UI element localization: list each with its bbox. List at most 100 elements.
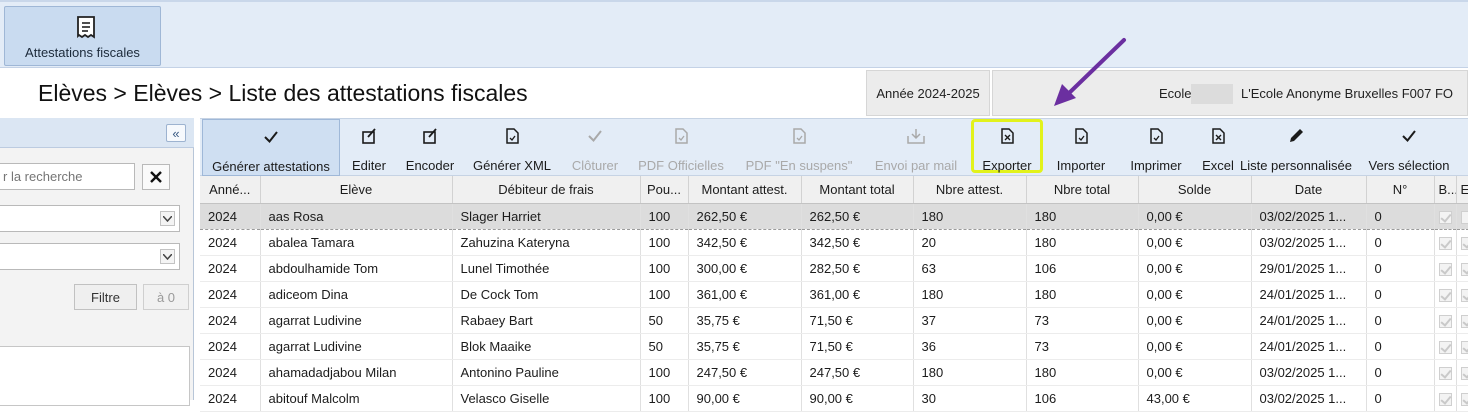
- reset-filter-button[interactable]: à 0: [143, 284, 189, 310]
- toolbar-button-clôturer[interactable]: Clôturer: [562, 119, 628, 176]
- cell-b-checkbox: [1434, 385, 1456, 411]
- cell-debtor: Zahuzina Kateryna: [452, 229, 640, 255]
- cell-year: 2024: [200, 281, 260, 307]
- toolbar-button-label: Importer: [1057, 158, 1105, 173]
- table-row[interactable]: 2024aas RosaSlager Harriet100262,50 €262…: [200, 203, 1468, 229]
- toolbar-button-imprimer[interactable]: Imprimer: [1118, 119, 1194, 176]
- table-row[interactable]: 2024ahamadadjabou MilanAntonino Pauline1…: [200, 359, 1468, 385]
- toolbar-button-editer[interactable]: Editer: [340, 119, 398, 176]
- checkbox[interactable]: [1439, 393, 1452, 406]
- document-icon: [790, 127, 808, 158]
- cell-nb-total: 106: [1026, 255, 1138, 281]
- action-toolbar: Générer attestations Editer EncoderGénérer…: [200, 118, 1468, 176]
- cell-debtor: Lunel Timothée: [452, 255, 640, 281]
- column-header-debtor[interactable]: Débiteur de frais: [452, 176, 640, 203]
- ribbon-button-label: Attestations fiscales: [25, 45, 140, 60]
- cell-amount-total: 262,50 €: [801, 203, 913, 229]
- checkbox[interactable]: [1439, 289, 1452, 302]
- document-icon: [1072, 127, 1090, 158]
- column-header-amount-attest[interactable]: Montant attest.: [688, 176, 801, 203]
- table-row[interactable]: 2024agarrat LudivineBlok Maaike5035,75 €…: [200, 333, 1468, 359]
- checkbox[interactable]: [1461, 341, 1468, 354]
- checkbox[interactable]: [1439, 211, 1452, 224]
- cell-year: 2024: [200, 385, 260, 411]
- checkbox[interactable]: [1439, 237, 1452, 250]
- double-chevron-left-icon: «: [172, 127, 179, 140]
- school-label: Ecole: [1159, 86, 1192, 101]
- cell-balance: 0,00 €: [1138, 281, 1251, 307]
- cell-date: 03/02/2025 1...: [1251, 359, 1366, 385]
- toolbar-button-encoder[interactable]: Encoder: [398, 119, 462, 176]
- search-input[interactable]: [0, 163, 135, 190]
- filter-select-2[interactable]: [0, 243, 180, 270]
- cell-nb-att: 180: [913, 281, 1026, 307]
- checkbox[interactable]: [1439, 263, 1452, 276]
- cell-nb-total: 180: [1026, 281, 1138, 307]
- checkbox[interactable]: [1461, 315, 1468, 328]
- attestations-fiscales-ribbon-button[interactable]: Attestations fiscales: [4, 6, 161, 66]
- column-header-student[interactable]: Elève: [260, 176, 452, 203]
- toolbar-button-importer[interactable]: Importer: [1044, 119, 1118, 176]
- cell-amount-att: 342,50 €: [688, 229, 801, 255]
- cell-nb-total: 180: [1026, 229, 1138, 255]
- toolbar-button-label: Imprimer: [1130, 158, 1181, 173]
- toolbar-button-excel[interactable]: Excel: [1194, 119, 1242, 176]
- checkbox[interactable]: [1461, 367, 1468, 380]
- toolbar-button-label: Clôturer: [572, 158, 618, 173]
- filter-button[interactable]: Filtre: [74, 284, 137, 310]
- cell-amount-att: 90,00 €: [688, 385, 801, 411]
- column-header-number[interactable]: N°: [1366, 176, 1434, 203]
- collapse-panel-button[interactable]: «: [166, 124, 186, 142]
- cell-pct: 100: [640, 203, 688, 229]
- column-header-percentage[interactable]: Pou...: [640, 176, 688, 203]
- table-row[interactable]: 2024adiceom DinaDe Cock Tom100361,00 €36…: [200, 281, 1468, 307]
- cell-date: 03/02/2025 1...: [1251, 203, 1366, 229]
- filter-select-1[interactable]: [0, 205, 180, 232]
- table-row[interactable]: 2024abitouf MalcolmVelasco Giselle10090,…: [200, 385, 1468, 411]
- toolbar-button-générer-attestations[interactable]: Générer attestations: [202, 119, 340, 176]
- column-header-b[interactable]: B...: [1434, 176, 1456, 203]
- toolbar-button-envoi-par-mail[interactable]: Envoi par mail: [864, 119, 968, 176]
- cell-date: 03/02/2025 1...: [1251, 229, 1366, 255]
- column-header-nb-total[interactable]: Nbre total: [1026, 176, 1138, 203]
- checkbox[interactable]: [1461, 393, 1468, 406]
- checkbox[interactable]: [1461, 263, 1468, 276]
- checkbox[interactable]: [1461, 237, 1468, 250]
- toolbar-button-vers-sélection[interactable]: Vers sélection: [1350, 119, 1468, 176]
- checkbox[interactable]: [1461, 211, 1468, 224]
- column-header-e[interactable]: E...: [1456, 176, 1468, 203]
- cell-year: 2024: [200, 359, 260, 385]
- toolbar-button-liste-personnalisée[interactable]: Liste personnalisée: [1244, 119, 1348, 176]
- school-year-box[interactable]: Année 2024-2025: [866, 70, 990, 116]
- cell-e-checkbox: [1456, 203, 1468, 229]
- cell-amount-total: 282,50 €: [801, 255, 913, 281]
- cell-e-checkbox: [1456, 385, 1468, 411]
- cell-nb-att: 180: [913, 359, 1026, 385]
- column-header-nb-attest[interactable]: Nbre attest.: [913, 176, 1026, 203]
- checkbox[interactable]: [1439, 367, 1452, 380]
- checkbox[interactable]: [1439, 315, 1452, 328]
- toolbar-button-générer-xml[interactable]: Générer XML: [462, 119, 562, 176]
- table-row[interactable]: 2024abalea TamaraZahuzina Kateryna100342…: [200, 229, 1468, 255]
- inbox-icon: [906, 127, 926, 158]
- column-header-amount-total[interactable]: Montant total: [801, 176, 913, 203]
- column-header-year[interactable]: Anné...: [200, 176, 260, 203]
- column-header-balance[interactable]: Solde: [1138, 176, 1251, 203]
- toolbar-button-pdf-en-suspens[interactable]: PDF "En suspens": [734, 119, 864, 176]
- toolbar-button-exporter[interactable]: Exporter: [971, 119, 1043, 173]
- cell-num: 0: [1366, 333, 1434, 359]
- checkbox[interactable]: [1439, 341, 1452, 354]
- cell-student: agarrat Ludivine: [260, 307, 452, 333]
- table-row[interactable]: 2024agarrat LudivineRabaey Bart5035,75 €…: [200, 307, 1468, 333]
- edit-icon: [360, 127, 378, 158]
- toolbar-button-label: Editer: [352, 158, 386, 173]
- checkbox[interactable]: [1461, 289, 1468, 302]
- table-row[interactable]: 2024abdoulhamide TomLunel Timothée100300…: [200, 255, 1468, 281]
- toolbar-button-pdf-officielles[interactable]: PDF Officielles: [628, 119, 734, 176]
- clear-search-button[interactable]: [142, 164, 170, 190]
- filter-list-box[interactable]: [0, 346, 190, 406]
- cell-balance: 0,00 €: [1138, 255, 1251, 281]
- cell-date: 24/01/2025 1...: [1251, 281, 1366, 307]
- column-header-date[interactable]: Date: [1251, 176, 1366, 203]
- cell-debtor: De Cock Tom: [452, 281, 640, 307]
